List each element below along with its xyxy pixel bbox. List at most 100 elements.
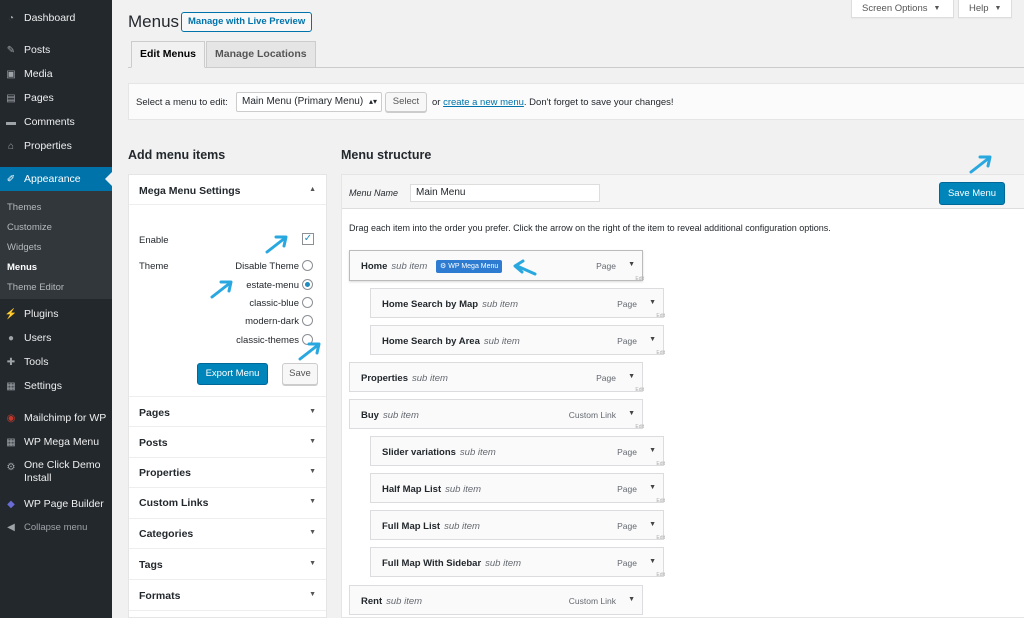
help-button[interactable]: Help ▼: [958, 0, 1012, 18]
sidebar-item-pages[interactable]: ▤ Pages: [0, 86, 112, 110]
accordion-properties[interactable]: Properties ▼: [129, 458, 326, 488]
menu-item-home-search-by-area[interactable]: Home Search by Area sub item Page ▼ Edit: [370, 325, 665, 356]
export-menu-button[interactable]: Export Menu: [197, 363, 268, 385]
tab-manage-locations[interactable]: Manage Locations: [206, 41, 316, 68]
accordion-custom-links[interactable]: Custom Links ▼: [129, 488, 326, 519]
chevron-down-icon: ▼: [309, 529, 316, 536]
expand-arrow-icon[interactable]: ▼: [649, 521, 656, 528]
edit-label: Edit: [656, 461, 665, 467]
sidebar-item-label: Dashboard: [24, 12, 76, 24]
expand-arrow-icon[interactable]: ▼: [628, 410, 635, 417]
menu-item-buy[interactable]: Buy sub item Custom Link ▼ Edit: [349, 399, 644, 430]
main-content: Menus Manage with Live Preview Screen Op…: [112, 0, 1024, 618]
menu-item-type: Page: [596, 373, 616, 383]
theme-radio-estate-menu[interactable]: [302, 279, 313, 290]
sidebar-item-users[interactable]: ● Users: [0, 326, 112, 350]
menu-item-sub: sub item: [459, 447, 496, 458]
collapse-menu-button[interactable]: ◀ Collapse menu: [0, 515, 112, 539]
theme-radio-modern-dark[interactable]: [302, 315, 313, 326]
pin-icon: ✎: [6, 44, 16, 56]
menu-item-half-map-list[interactable]: Half Map List sub item Page ▼ Edit: [370, 473, 665, 504]
accordion-formats[interactable]: Formats ▼: [129, 580, 326, 611]
sidebar-item-one-click-demo[interactable]: ⚙ One Click Demo Install: [0, 459, 112, 491]
menu-item-full-map-list[interactable]: Full Map List sub item Page ▼ Edit: [370, 510, 665, 541]
expand-arrow-icon[interactable]: ▼: [628, 596, 635, 603]
home-icon: ⌂: [7, 140, 15, 152]
sidebar-item-label: Properties: [24, 140, 72, 152]
menu-item-properties[interactable]: Properties sub item Page ▼ Edit: [349, 362, 644, 393]
active-indicator: [105, 172, 112, 186]
dashboard-icon: ◔: [7, 12, 15, 24]
expand-arrow-icon[interactable]: ▼: [628, 373, 635, 380]
expand-arrow-icon[interactable]: ▼: [649, 484, 656, 491]
sidebar-item-comments[interactable]: ▬ Comments: [0, 110, 112, 134]
accordion-title: Posts: [139, 437, 168, 449]
sidebar-item-mailchimp[interactable]: ◉ Mailchimp for WP: [0, 406, 112, 430]
sidebar-item-posts[interactable]: ✎ Posts: [0, 38, 112, 62]
theme-radio-classic-blue[interactable]: [302, 297, 313, 308]
submenu-item-menus[interactable]: Menus: [7, 262, 37, 273]
expand-arrow-icon[interactable]: ▼: [649, 336, 656, 343]
menu-item-home[interactable]: Home sub item ⚙ WP Mega Menu Page ▼ Edit: [349, 250, 644, 282]
menu-item-type: Page: [617, 558, 637, 568]
menu-name-input[interactable]: Main Menu: [410, 184, 600, 202]
accordion-pages[interactable]: Pages ▼: [129, 396, 326, 427]
sidebar-item-dashboard[interactable]: ◔ Dashboard: [0, 6, 112, 30]
menu-item-title: Slider variations: [382, 447, 456, 458]
expand-arrow-icon[interactable]: ▼: [649, 558, 656, 565]
menu-item-rent[interactable]: Rent sub item Custom Link ▼: [349, 585, 643, 615]
wp-mega-menu-badge[interactable]: ⚙ WP Mega Menu: [436, 260, 503, 273]
menu-item-sub: sub item: [382, 410, 419, 421]
theme-option-label: modern-dark: [245, 316, 299, 327]
select-button[interactable]: Select: [385, 92, 427, 112]
submenu-item-widgets[interactable]: Widgets: [7, 242, 41, 253]
brush-icon: ✐: [6, 173, 16, 185]
enable-label: Enable: [139, 235, 169, 246]
sidebar-item-plugins[interactable]: ⚡ Plugins: [0, 302, 112, 326]
menu-item-type: Page: [617, 521, 637, 531]
expand-arrow-icon[interactable]: ▼: [649, 299, 656, 306]
chevron-down-icon: ▼: [309, 498, 316, 505]
sidebar-item-tools[interactable]: ✚ Tools: [0, 350, 112, 374]
theme-radio-disable[interactable]: [302, 260, 313, 271]
add-menu-items-panel: Mega Menu Settings ▲ Enable ✓ Theme Disab…: [128, 174, 327, 618]
sidebar-item-properties[interactable]: ⌂ Properties: [0, 134, 112, 158]
annotation-arrow-icon: [969, 155, 992, 174]
save-menu-button[interactable]: Save Menu: [939, 182, 1005, 205]
submenu-item-themes[interactable]: Themes: [7, 202, 41, 213]
accordion-posts[interactable]: Posts ▼: [129, 427, 326, 458]
expand-arrow-icon[interactable]: ▼: [649, 447, 656, 454]
edit-label: Edit: [656, 572, 665, 578]
menu-item-sub: sub item: [412, 373, 448, 384]
menu-item-full-map-with-sidebar[interactable]: Full Map With Sidebar sub item Page ▼ Edi…: [370, 547, 665, 578]
save-settings-button[interactable]: Save: [282, 363, 318, 385]
submenu-item-theme-editor[interactable]: Theme Editor: [7, 282, 64, 293]
sidebar-item-wp-page-builder[interactable]: ◆ WP Page Builder: [0, 492, 112, 516]
edit-label: Edit: [656, 313, 665, 319]
menu-select-dropdown[interactable]: Main Menu (Primary Menu) ▴▾: [236, 92, 382, 112]
sidebar-item-settings[interactable]: ▦ Settings: [0, 374, 112, 398]
accordion-tags[interactable]: Tags ▼: [129, 549, 326, 580]
menu-item-type: Page: [596, 261, 616, 271]
screen-options-button[interactable]: Screen Options ▼: [851, 0, 954, 18]
sidebar-item-appearance[interactable]: ✐ Appearance: [0, 167, 112, 191]
sidebar-item-label: WP Mega Menu: [24, 436, 100, 448]
edit-label: Edit: [635, 387, 644, 393]
enable-checkbox[interactable]: ✓: [302, 233, 314, 245]
submenu-item-customize[interactable]: Customize: [7, 222, 52, 233]
accordion-categories[interactable]: Categories ▼: [129, 519, 326, 549]
menu-item-home-search-by-map[interactable]: Home Search by Map sub item Page ▼ Edit: [370, 288, 665, 319]
sidebar-item-label: Settings: [24, 380, 62, 392]
help-label: Help: [969, 3, 989, 14]
sidebar-item-media[interactable]: ▣ Media: [0, 62, 112, 86]
mega-menu-settings-header[interactable]: Mega Menu Settings ▲: [129, 175, 326, 205]
menu-item-slider-variations[interactable]: Slider variations sub item Page ▼ Edit: [370, 436, 665, 467]
expand-arrow-icon[interactable]: ▼: [628, 261, 635, 268]
tab-edit-menus[interactable]: Edit Menus: [131, 41, 206, 68]
edit-label: Edit: [656, 535, 665, 541]
create-new-menu-link[interactable]: create a new menu: [443, 97, 524, 108]
sidebar-item-wp-mega-menu[interactable]: ▦ WP Mega Menu: [0, 430, 112, 454]
sidebar-item-label: Tools: [24, 356, 49, 368]
live-preview-button[interactable]: Manage with Live Preview: [181, 12, 313, 32]
appearance-submenu: Themes Customize Widgets Menus Theme Edi…: [0, 191, 112, 299]
